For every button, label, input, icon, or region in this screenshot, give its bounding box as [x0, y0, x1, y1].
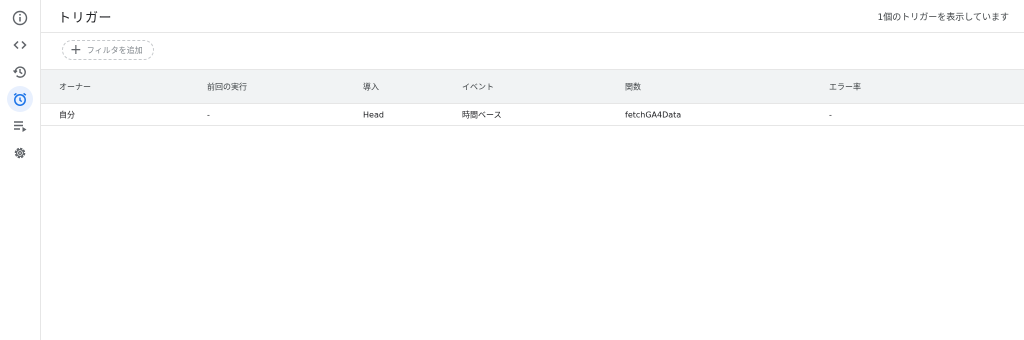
- info-icon: [12, 10, 28, 26]
- sidebar-item-history[interactable]: [6, 60, 34, 84]
- plus-icon: +: [70, 42, 82, 58]
- column-header-event[interactable]: イベント: [462, 81, 494, 92]
- page-header: トリガー 1個のトリガーを表示しています: [41, 0, 1024, 33]
- cell-deployment: Head: [363, 110, 384, 119]
- sidebar-item-overview[interactable]: [6, 6, 34, 30]
- table-header: オーナー 前回の実行 導入 イベント 関数 エラー率: [41, 69, 1024, 104]
- cell-event: 時間ベース: [462, 110, 502, 119]
- trigger-count-summary: 1個のトリガーを表示しています: [877, 13, 1009, 23]
- triggers-table: オーナー 前回の実行 導入 イベント 関数 エラー率 自分 - Head 時間ベ…: [41, 69, 1024, 126]
- sidebar-rail: [0, 0, 41, 340]
- executions-icon: [14, 121, 27, 132]
- alarm-clock-icon: [13, 92, 27, 106]
- history-icon: [13, 66, 26, 78]
- page-title: トリガー: [58, 11, 113, 26]
- column-header-error-rate[interactable]: エラー率: [829, 81, 861, 92]
- cell-owner: 自分: [59, 110, 75, 119]
- add-filter-button[interactable]: + フィルタを追加: [62, 40, 154, 60]
- add-filter-label: フィルタを追加: [86, 45, 143, 55]
- column-header-function[interactable]: 関数: [625, 81, 641, 92]
- code-icon: [13, 40, 27, 50]
- triggers-panel: トリガー 1個のトリガーを表示しています + フィルタを追加 オーナー 前回の実…: [41, 0, 1024, 340]
- cell-error-rate: -: [829, 110, 832, 119]
- cell-last-run: -: [207, 110, 210, 119]
- sidebar-item-executions[interactable]: [6, 114, 34, 138]
- column-header-last-run[interactable]: 前回の実行: [207, 81, 247, 92]
- apps-script-editor: トリガー 1個のトリガーを表示しています + フィルタを追加 オーナー 前回の実…: [0, 0, 1024, 340]
- sidebar-item-editor[interactable]: [6, 33, 34, 57]
- column-header-deployment[interactable]: 導入: [363, 81, 379, 92]
- cell-function: fetchGA4Data: [625, 110, 682, 119]
- sidebar-item-triggers[interactable]: [6, 86, 34, 112]
- table-row[interactable]: 自分 - Head 時間ベース fetchGA4Data -: [41, 104, 1024, 126]
- column-header-owner[interactable]: オーナー: [59, 81, 91, 92]
- sidebar-item-settings[interactable]: [6, 141, 34, 165]
- gear-icon: [14, 147, 26, 159]
